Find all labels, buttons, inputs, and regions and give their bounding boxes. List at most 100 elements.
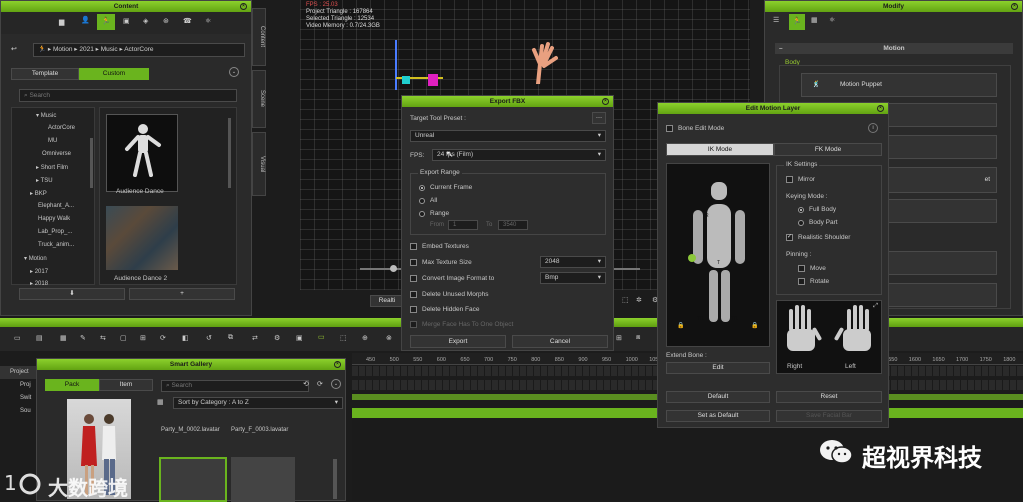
all-radio[interactable] [419, 198, 425, 204]
grid-view-icon[interactable]: ▦ [157, 398, 164, 406]
bone-marker-tr[interactable]: TR [697, 316, 704, 322]
mirror-checkbox[interactable] [786, 176, 793, 183]
refresh-icon[interactable]: ⟲ [303, 380, 309, 388]
close-icon[interactable]: × [334, 361, 341, 368]
tool-icon[interactable]: ⟳ [160, 334, 166, 342]
rotate-checkbox[interactable] [798, 278, 805, 285]
tab-item[interactable]: Item [99, 379, 153, 391]
range-to-input[interactable]: 3540 [498, 220, 528, 230]
gallery-scrollbar[interactable] [333, 459, 337, 499]
delete-morphs-checkbox[interactable] [410, 291, 417, 298]
add-button[interactable]: + [129, 288, 235, 300]
tool-icon[interactable]: ⚙ [274, 334, 280, 342]
tool-icon[interactable]: ⬚ [340, 334, 347, 342]
ik-body-map[interactable]: R L T TR TR 🔒 🔒 [666, 163, 770, 347]
chevron-down-icon[interactable]: ⌄ [229, 67, 239, 77]
hand-map[interactable]: ⤢ Right Left [776, 300, 882, 374]
motion-section-header[interactable]: – Motion [775, 43, 1013, 54]
side-tab-scene[interactable]: Scene [252, 70, 266, 128]
range-from-input[interactable]: 1 [448, 220, 478, 230]
tree-item[interactable]: ▸ TSU [36, 177, 53, 184]
default-button[interactable]: Default [666, 391, 770, 403]
breadcrumb-item[interactable]: Music [101, 46, 118, 53]
fps-select[interactable]: 24 fps (Film) ▾ [432, 149, 606, 161]
lock-icon[interactable]: 🔒 [677, 322, 684, 329]
fk-mode-tab[interactable]: FK Mode [774, 143, 882, 156]
item-thumbnail[interactable] [106, 114, 178, 192]
tree-item[interactable]: ▸ 2018 [30, 280, 48, 287]
tree-item[interactable]: ▸ BKP [30, 190, 47, 197]
expand-icon[interactable]: ⤢ [873, 303, 878, 310]
close-icon[interactable]: × [1011, 3, 1018, 10]
chevron-down-icon[interactable]: ⌄ [331, 379, 341, 389]
tool-icon[interactable]: ✎ [80, 334, 86, 342]
cancel-button[interactable]: Cancel [512, 335, 608, 348]
convert-image-checkbox[interactable] [410, 275, 417, 282]
tree-item[interactable]: ▸ 2017 [30, 268, 48, 275]
tree-item[interactable]: Lab_Prop_... [38, 229, 72, 235]
tree-scrollbar[interactable] [90, 138, 93, 188]
folder-icon[interactable]: ▆ [59, 18, 64, 26]
person-icon[interactable]: 👤 [81, 16, 90, 24]
reset-button[interactable]: Reset [776, 391, 882, 403]
export-button[interactable]: Export [410, 335, 506, 348]
tool-icon[interactable]: ⧉ [228, 334, 233, 342]
back-arrow-icon[interactable]: ↩ [11, 45, 17, 53]
close-icon[interactable]: × [240, 3, 247, 10]
download-button[interactable]: ⬇ [19, 288, 125, 300]
shapes-icon[interactable]: ◈ [143, 17, 148, 25]
move-checkbox[interactable] [798, 265, 805, 272]
range-radio[interactable] [419, 211, 425, 217]
realistic-shoulder-checkbox[interactable]: ✓ [786, 234, 793, 241]
project-row[interactable]: Project [0, 366, 40, 379]
tool-icon[interactable]: ▦ [60, 334, 67, 342]
tool-icon[interactable]: ⧈ [636, 334, 640, 342]
tool-icon[interactable]: ▣ [296, 334, 303, 342]
breadcrumb-item[interactable]: ActorCore [124, 46, 153, 53]
tree-item[interactable]: Elephant_A... [38, 203, 74, 209]
tool-icon[interactable]: ▭ [14, 334, 21, 342]
ik-mode-tab[interactable]: IK Mode [666, 143, 774, 156]
sync-icon[interactable]: ⟳ [317, 380, 323, 388]
tool-icon[interactable]: ▢ [120, 334, 127, 342]
sort-dropdown[interactable]: Sort by Category : A to Z ▾ [173, 397, 343, 409]
breadcrumb-item[interactable]: 2021 [79, 46, 93, 53]
content-search-input[interactable]: ⌕ Search [19, 89, 237, 102]
tool-icon[interactable]: ▭ [318, 333, 325, 341]
checker-icon[interactable]: ▦ [811, 16, 818, 24]
tab-custom[interactable]: Custom [79, 68, 149, 80]
tool-icon[interactable]: ⇆ [100, 334, 106, 342]
current-frame-radio[interactable] [419, 185, 425, 191]
close-icon[interactable]: × [602, 98, 609, 105]
tool-icon[interactable]: ⇄ [252, 334, 258, 342]
motion-puppet-button[interactable]: 🕺 Motion Puppet [801, 73, 997, 97]
motion-icon[interactable]: 🏃 [97, 14, 115, 30]
gallery-thumbnail[interactable] [231, 457, 295, 502]
project-row[interactable]: Proj [0, 379, 40, 392]
bone-marker-r[interactable]: R [705, 213, 709, 219]
sliders-icon[interactable]: ☰ [773, 16, 779, 24]
tree-item[interactable]: Truck_anim... [38, 242, 74, 248]
atom-icon[interactable]: ⚛ [205, 17, 211, 25]
tool-icon[interactable]: ◧ [182, 334, 189, 342]
max-texture-select[interactable]: 2048 ▾ [540, 256, 606, 268]
side-tab-visual[interactable]: Visual [252, 132, 266, 196]
edit-button[interactable]: Edit [666, 362, 770, 374]
tool-icon[interactable]: ⊗ [386, 334, 392, 342]
light-icon[interactable]: ✲ [636, 296, 642, 304]
bone-marker-t[interactable]: T [717, 260, 720, 266]
lock-icon[interactable]: 🔒 [751, 322, 758, 329]
tool-icon[interactable]: ⊞ [616, 334, 622, 342]
tree-item[interactable]: ▸ Short Film [36, 164, 68, 171]
tool-icon[interactable]: ▤ [36, 334, 43, 342]
full-body-radio[interactable] [798, 207, 804, 213]
gallery-thumbnail[interactable] [159, 457, 227, 502]
close-icon[interactable]: × [877, 105, 884, 112]
gallery-search-input[interactable]: ⌕ Search [161, 380, 309, 392]
atom-icon[interactable]: ⚛ [829, 16, 835, 24]
body-part-radio[interactable] [798, 220, 804, 226]
target-preset-select[interactable]: Unreal ▾ [410, 130, 606, 142]
grid-scrollbar[interactable] [228, 118, 231, 188]
tree-item[interactable]: MU [48, 138, 57, 144]
delete-hidden-checkbox[interactable] [410, 306, 417, 313]
